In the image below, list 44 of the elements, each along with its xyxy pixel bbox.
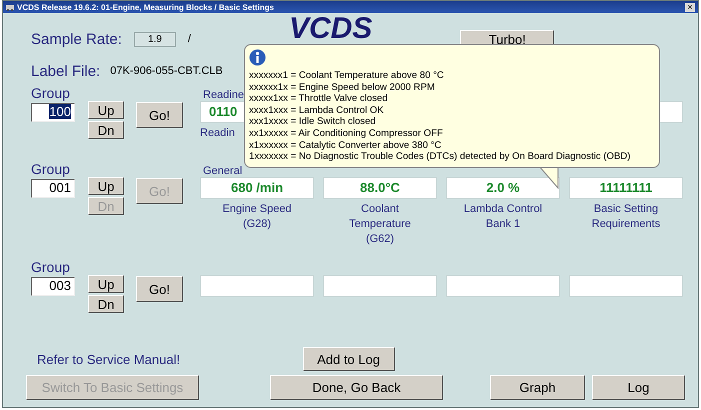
value-label: Engine Speed (G28)	[221, 202, 293, 232]
block-heading: Readine	[203, 89, 244, 101]
app-icon	[6, 3, 14, 11]
sample-rate-value: 1.9	[134, 32, 176, 46]
graph-button[interactable]: Graph	[490, 375, 585, 400]
group-label: Group	[31, 85, 71, 101]
block-heading: General	[203, 165, 242, 177]
group-label: Group	[31, 161, 71, 177]
up-button[interactable]: Up	[88, 177, 124, 195]
separator: /	[188, 33, 191, 45]
down-button[interactable]: Dn	[88, 295, 124, 313]
value-field: 2.0 %	[446, 177, 560, 199]
go-button[interactable]: Go!	[136, 276, 183, 302]
value-field: 11111111	[569, 177, 683, 199]
down-button[interactable]: Dn	[88, 121, 124, 139]
tooltip-line: xxxxxxx1 = Coolant Temperature above 80 °C	[249, 70, 445, 82]
info-icon	[249, 49, 266, 66]
value-label: Coolant Temperature (G62)	[348, 202, 412, 247]
group-label: Group	[31, 259, 71, 275]
value-label: Lambda Control Bank 1	[462, 202, 544, 232]
close-button[interactable]: ×	[685, 2, 695, 12]
notice-text: Refer to Service Manual!	[37, 352, 180, 366]
group-number-field[interactable]: 003	[31, 277, 75, 296]
tooltip-line: xxxxxx1x = Engine Speed below 2000 RPM	[249, 82, 436, 94]
tooltip-line: 1xxxxxxx = No Diagnostic Trouble Codes (DTCs) detected by On Board Diagnostic (OBD)	[249, 151, 632, 163]
add-to-log-button[interactable]: Add to Log	[302, 347, 395, 371]
sample-rate-label: Sample Rate:	[31, 30, 122, 48]
up-button[interactable]: Up	[88, 275, 124, 293]
log-button[interactable]: Log	[592, 375, 685, 400]
go-button[interactable]: Go!	[136, 102, 183, 128]
window-title: VCDS Release 19.6.2: 01-Engine, Measuring Blocks / Basic Settings	[17, 2, 275, 12]
label-file-label: Label File:	[31, 62, 100, 80]
group-number-field[interactable]: 100	[31, 103, 75, 122]
value-label: Basic Setting Requirements	[590, 202, 662, 232]
label-file-name: 07K-906-055-CBT.CLB	[110, 65, 223, 77]
value-field: 680 /min	[200, 177, 314, 199]
logo: VCDS	[288, 15, 372, 43]
done-button[interactable]: Done, Go Back	[270, 375, 443, 400]
tooltip-line: xx1xxxxx = Air Conditioning Compressor OFF	[249, 128, 444, 140]
value-label: Readin	[199, 126, 235, 141]
tooltip-line: x1xxxxxx = Catalytic Converter above 380 °C	[249, 140, 442, 152]
value-field: 88.0°C	[323, 177, 437, 199]
up-button[interactable]: Up	[88, 101, 124, 119]
group-number-field[interactable]: 001	[31, 179, 75, 198]
